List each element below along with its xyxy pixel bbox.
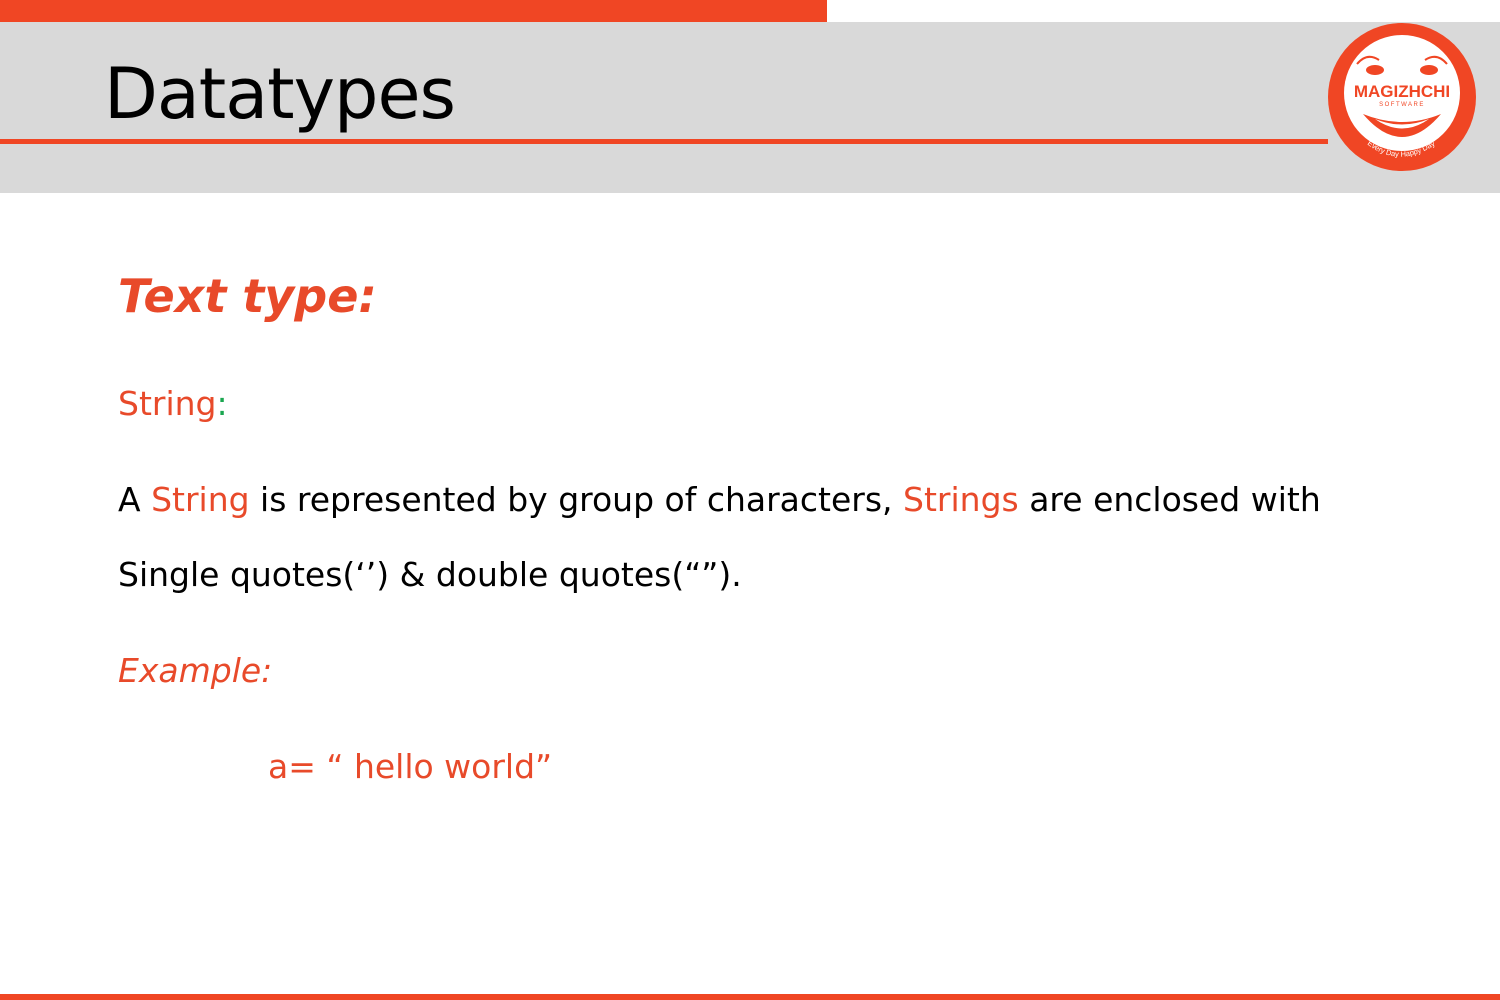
logo-name: MAGIZHCHI bbox=[1354, 82, 1450, 101]
string-label: String: bbox=[118, 382, 228, 426]
bottom-accent-bar bbox=[0, 994, 1500, 1000]
company-logo: MAGIZHCHI SOFTWARE Every Day Happy Day bbox=[1328, 23, 1476, 171]
desc-keyword-string: String bbox=[151, 480, 250, 519]
string-label-text: String bbox=[118, 384, 217, 423]
desc-keyword-strings: Strings bbox=[903, 480, 1019, 519]
logo-eye-left bbox=[1366, 65, 1384, 75]
string-label-colon: : bbox=[216, 384, 228, 423]
section-heading: Text type: bbox=[118, 269, 377, 323]
title-underline bbox=[0, 139, 1328, 144]
description-line-1: A String is represented by group of char… bbox=[118, 478, 1321, 522]
logo-sub: SOFTWARE bbox=[1379, 102, 1425, 108]
desc-part-5: are enclosed with bbox=[1018, 480, 1321, 519]
example-code: a= “ hello world” bbox=[268, 747, 553, 786]
desc-part-3: is represented by group of characters, bbox=[249, 480, 904, 519]
logo-eye-right bbox=[1420, 65, 1438, 75]
top-accent-bar bbox=[0, 0, 827, 22]
slide-title: Datatypes bbox=[104, 53, 456, 135]
description-line-2: Single quotes(‘’) & double quotes(“”). bbox=[118, 555, 742, 594]
desc-part-1: A bbox=[118, 480, 152, 519]
example-label: Example: bbox=[118, 651, 273, 690]
